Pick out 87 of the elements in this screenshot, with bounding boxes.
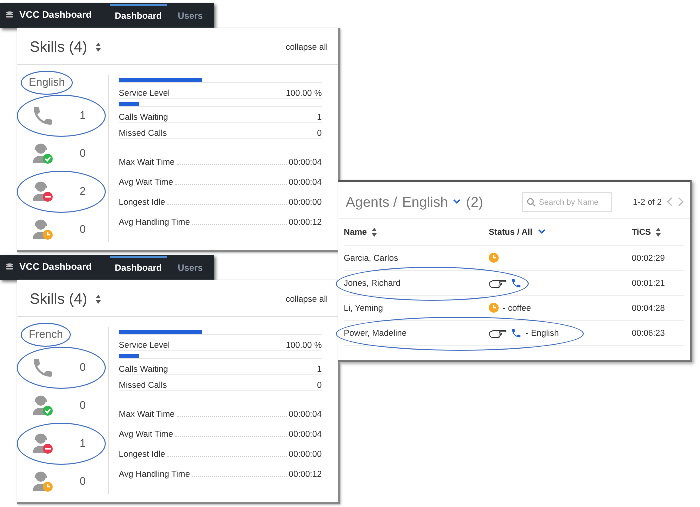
phone-icon [31,356,55,380]
search-field[interactable]: Search by Name [522,192,612,212]
sort-icon [656,228,662,236]
metric-label: Calls Waiting [119,112,168,122]
metric-label: Avg Handling Time [119,217,190,227]
sort-icon [96,42,101,52]
agent-name: Li, Yeming [344,303,384,313]
nav-tab[interactable]: Users [172,4,208,27]
database-icon [6,10,14,21]
nav-tab[interactable]: Users [172,256,208,279]
phone-icon [31,104,55,128]
phone-icon [511,278,522,288]
pager-text: 1-2 of 2 [633,197,662,207]
metric-label: Max Wait Time [119,157,175,167]
metric-label: Service Level [119,340,170,350]
count-value: 0 [80,362,86,374]
skill-name: English [29,75,66,91]
agent-not-ready-icon [31,432,55,456]
agent-count: (2) [466,194,484,210]
count-value: 0 [80,148,86,160]
database-icon [6,262,14,273]
skill-dropdown[interactable]: English [402,194,448,210]
metric-label: Avg Wait Time [119,429,174,439]
next-icon[interactable] [678,197,684,207]
app-title: VCC Dashboard [20,262,92,273]
chevron-down-icon [453,199,462,205]
agent-name: Power, Madeline [344,328,408,338]
column-header[interactable]: Name [344,227,368,237]
metric-label: Avg Wait Time [119,177,174,187]
metric-label: Longest Idle [119,449,166,459]
metric-value: 00:00:04 [288,409,322,419]
metric-value: 00:00:04 [288,157,322,167]
agent-away-icon [31,470,55,494]
skills-heading: Skills (4) [30,38,88,56]
agent-not-ready-icon [31,180,55,204]
time-in-state: 00:06:23 [632,328,666,338]
count-value: 1 [80,110,86,122]
time-in-state: 00:04:28 [632,303,666,313]
metric-value: 0 [317,380,322,390]
status-note: - coffee [503,303,532,313]
clock-icon [489,303,499,313]
phone-icon [511,328,522,338]
metric-value: 1 [317,112,322,122]
metric-label: Service Level [119,88,170,98]
count-value: 0 [80,476,86,488]
status-note: - English [526,328,560,338]
count-value: 1 [80,438,86,450]
metric-label: Missed Calls [119,128,168,138]
agent-away-icon [31,218,55,242]
metric-label: Longest Idle [119,197,166,207]
metric-label: Missed Calls [119,380,168,390]
collapse-all-link[interactable]: collapse all [286,42,328,52]
previous-icon[interactable] [667,197,673,207]
agent-name: Jones, Richard [344,278,402,288]
metric-label: Avg Handling Time [119,469,190,479]
collapse-all-link[interactable]: collapse all [286,294,328,304]
metric-value: 100.00 % [286,88,322,98]
sort-icon [96,294,101,304]
metric-value: 00:00:12 [288,469,322,479]
search-icon [527,198,536,206]
metric-value: 00:00:12 [288,217,322,227]
column-header[interactable]: TiCS [632,227,652,237]
metric-value: 1 [317,364,322,374]
metric-value: 0 [317,128,322,138]
metric-value: 100.00 % [286,340,322,350]
metric-value: 00:00:00 [288,197,322,207]
sort-icon [372,228,378,236]
app-title: VCC Dashboard [20,10,92,21]
agent-name: Garcia, Carlos [344,253,400,263]
metric-value: 00:00:00 [288,449,322,459]
chevron-down-icon [538,229,546,235]
clock-icon [489,253,499,263]
agent-ready-icon [31,394,55,418]
count-value: 2 [80,186,86,198]
agent-ready-icon [31,142,55,166]
skill-name: French [29,327,64,343]
skills-heading: Skills (4) [30,290,88,308]
column-header[interactable]: Status / All [489,227,533,237]
time-in-state: 00:01:21 [632,278,666,288]
count-value: 0 [80,400,86,412]
metric-label: Calls Waiting [119,364,168,374]
agents-title: Agents / [346,194,398,210]
count-value: 0 [80,224,86,236]
metric-label: Max Wait Time [119,409,175,419]
metric-value: 00:00:04 [288,177,322,187]
metric-value: 00:00:04 [288,429,322,439]
time-in-state: 00:02:29 [632,253,666,263]
